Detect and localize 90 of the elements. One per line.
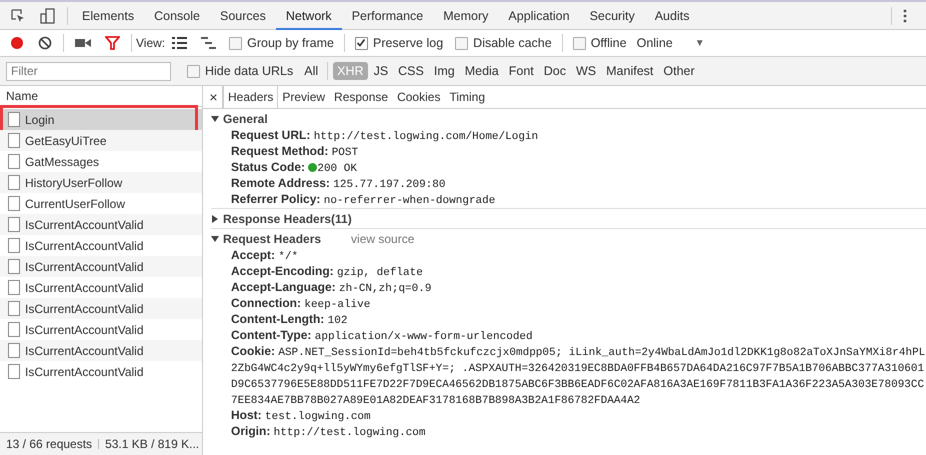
request-row[interactable]: IsCurrentAccountValid	[0, 319, 202, 340]
file-icon	[8, 364, 20, 379]
file-icon	[8, 112, 20, 127]
offline-checkbox[interactable]: Offline	[572, 36, 627, 50]
request-row[interactable]: IsCurrentAccountValid	[0, 298, 202, 319]
file-icon	[8, 196, 20, 211]
request-row[interactable]: IsCurrentAccountValid	[0, 277, 202, 298]
section-title[interactable]: Response Headers(11)	[223, 212, 352, 226]
panel-tab[interactable]: Console	[144, 1, 210, 30]
expanded-triangle-icon[interactable]	[211, 114, 219, 122]
file-icon	[8, 133, 20, 148]
type-filter[interactable]: Doc	[540, 62, 570, 80]
request-row[interactable]: IsCurrentAccountValid	[0, 235, 202, 256]
request-row[interactable]: IsCurrentAccountValid	[0, 214, 202, 235]
header-line: Status Code: 200 OK	[230, 159, 358, 175]
detail-tab[interactable]: Timing	[445, 86, 490, 108]
option-checkbox[interactable]: Group by frame	[229, 36, 334, 50]
type-filter[interactable]: Media	[460, 62, 503, 80]
inspect-icon[interactable]	[10, 8, 26, 24]
type-filter[interactable]: JS	[370, 62, 392, 80]
detail-tab[interactable]: Preview	[278, 86, 330, 108]
header-line: Accept-Encoding: gzip, deflate	[230, 263, 424, 279]
detail-tab[interactable]: Headers	[223, 86, 278, 108]
panel-tab[interactable]: Elements	[72, 1, 144, 30]
file-icon	[8, 154, 20, 169]
section-title[interactable]: General	[223, 112, 268, 126]
type-filter[interactable]: WS	[572, 62, 600, 80]
file-icon	[8, 301, 20, 316]
header-line: Connection: keep-alive	[230, 295, 372, 311]
expanded-triangle-icon[interactable]	[211, 234, 219, 242]
request-row[interactable]: HistoryUserFollow	[0, 172, 202, 193]
type-filter[interactable]: CSS	[394, 62, 428, 80]
file-icon	[8, 259, 20, 274]
list-view-icon[interactable]	[172, 37, 188, 49]
panel-tab[interactable]: Memory	[433, 1, 498, 30]
filter-field[interactable]: Filter	[6, 62, 171, 80]
hide-data-urls-checkbox[interactable]: Hide data URLs	[187, 64, 294, 78]
request-row[interactable]: GetEasyUiTree	[0, 130, 202, 151]
clear-icon[interactable]	[38, 36, 52, 50]
panel-tab[interactable]: Application	[498, 1, 580, 30]
more-menu-icon[interactable]	[903, 8, 907, 22]
collapsed-triangle-icon[interactable]	[211, 214, 219, 222]
request-row[interactable]: IsCurrentAccountValid	[0, 256, 202, 277]
transfer-size: 53.1 KB / 819 K...	[105, 437, 200, 451]
checkmark-icon	[356, 38, 366, 48]
request-row[interactable]: IsCurrentAccountValid	[0, 361, 202, 382]
header-line: Accept-Language: zh-CN,zh;q=0.9	[230, 279, 432, 295]
header-line: Referrer Policy: no-referrer-when-downgrade	[230, 191, 496, 207]
filter-icon[interactable]	[105, 36, 120, 50]
header-line: Host: test.logwing.com	[230, 407, 372, 423]
column-header[interactable]: Name	[0, 86, 202, 107]
file-icon	[8, 175, 20, 190]
detail-tab[interactable]: Response	[330, 86, 394, 108]
panel-tab[interactable]: Network	[276, 1, 342, 30]
panel-tab[interactable]: Performance	[342, 1, 434, 30]
file-icon	[8, 322, 20, 337]
type-filter[interactable]: Other	[659, 62, 699, 80]
throttling-dropdown[interactable]: Online ▼	[636, 36, 705, 50]
waterfall-icon[interactable]	[201, 37, 216, 49]
type-filter[interactable]: Font	[504, 62, 538, 80]
section-title[interactable]: Request Headers	[223, 232, 322, 246]
view-label: View:	[136, 36, 166, 50]
device-icon[interactable]	[40, 8, 56, 24]
detail-tab[interactable]: Cookies	[393, 86, 446, 108]
header-line: Remote Address: 125.77.197.209:80	[230, 175, 446, 191]
header-line: Content-Type: application/x-www-form-urlencoded	[230, 327, 534, 343]
option-checkbox[interactable]: Preserve log	[354, 36, 444, 50]
panel-tab[interactable]: Audits	[644, 1, 700, 30]
file-icon	[8, 343, 20, 358]
view-source-link[interactable]: view source	[351, 232, 414, 246]
video-camera-icon[interactable]	[75, 37, 91, 49]
file-icon	[8, 280, 20, 295]
header-line: Request URL: http://test.logwing.com/Home/Login	[230, 127, 540, 143]
request-row[interactable]: GatMessages	[0, 151, 202, 172]
header-line: Request Method: POST	[230, 143, 360, 159]
request-row[interactable]: CurrentUserFollow	[0, 193, 202, 214]
type-filter[interactable]: All	[300, 62, 322, 80]
option-checkbox[interactable]: Disable cache	[455, 36, 552, 50]
request-count: 13 / 66 requests	[6, 437, 92, 451]
type-filter[interactable]: Manifest	[602, 62, 658, 80]
panel-tab[interactable]: Sources	[210, 1, 276, 30]
file-icon	[8, 217, 20, 232]
header-line: Content-Length: 102	[230, 311, 348, 327]
panel-tab[interactable]: Security	[580, 1, 645, 30]
header-line: Accept: */*	[230, 247, 300, 263]
file-icon	[8, 238, 20, 253]
record-icon[interactable]	[10, 36, 24, 50]
type-filter[interactable]: Img	[430, 62, 459, 80]
request-row[interactable]: IsCurrentAccountValid	[0, 340, 202, 361]
header-line: Origin: http://test.logwing.com	[230, 423, 426, 439]
